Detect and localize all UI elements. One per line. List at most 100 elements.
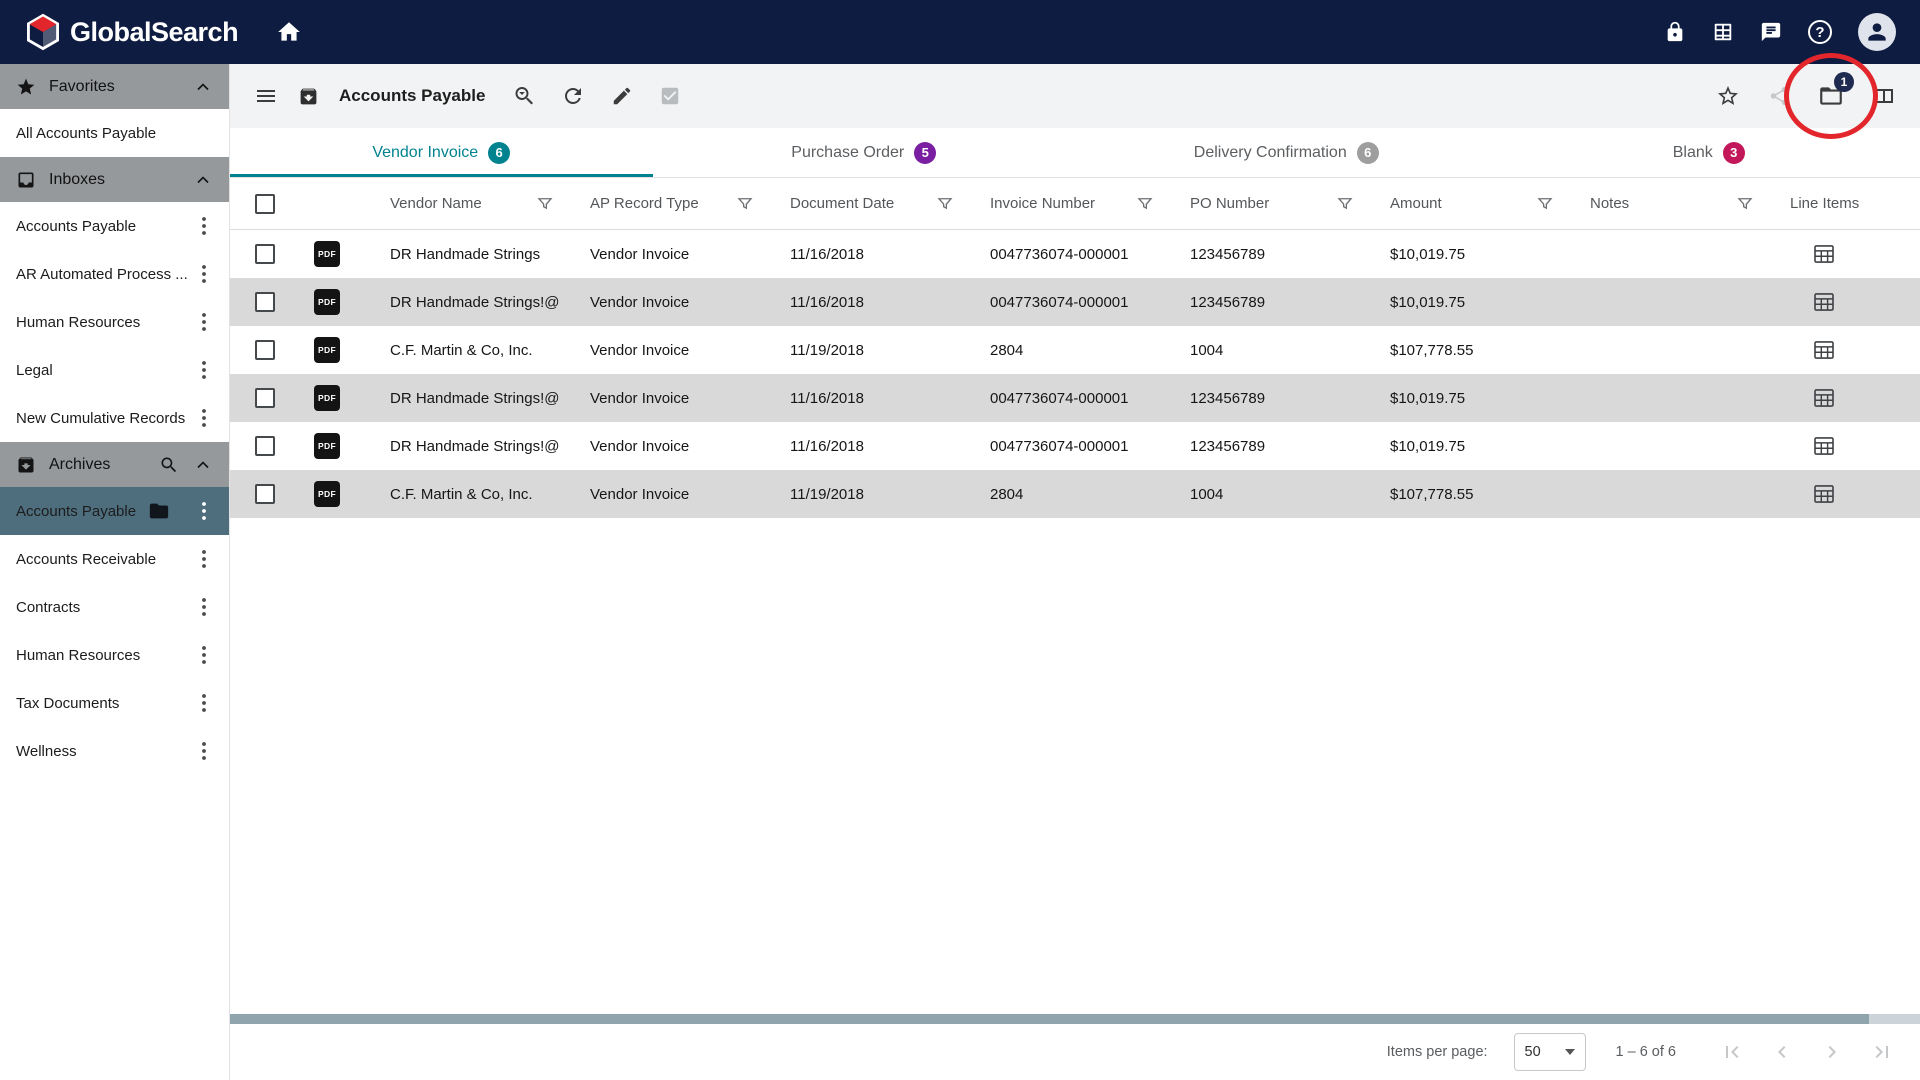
checked-out-documents-button[interactable]: 1 bbox=[1818, 83, 1844, 109]
favorite-button[interactable] bbox=[1716, 84, 1740, 108]
column-header-vendor-name[interactable]: Vendor Name bbox=[390, 195, 482, 212]
kebab-menu-icon[interactable] bbox=[195, 308, 213, 336]
kebab-menu-icon[interactable] bbox=[195, 641, 213, 669]
pdf-document-icon[interactable]: PDF bbox=[314, 433, 340, 459]
tab-purchase-order[interactable]: Purchase Order 5 bbox=[653, 128, 1076, 177]
column-header-notes[interactable]: Notes bbox=[1590, 195, 1629, 212]
horizontal-scrollbar[interactable] bbox=[230, 1014, 1920, 1024]
kebab-menu-icon[interactable] bbox=[195, 737, 213, 765]
table-row[interactable]: PDF DR Handmade Strings!@ Vendor Invoice… bbox=[230, 278, 1920, 326]
sidebar-item-archive-accounts-payable[interactable]: Accounts Payable bbox=[0, 487, 229, 535]
sidebar-item-all-accounts-payable[interactable]: All Accounts Payable bbox=[0, 109, 229, 157]
multi-select-button[interactable] bbox=[659, 85, 681, 107]
filter-icon[interactable] bbox=[936, 195, 954, 213]
sidebar-item-archive-human-resources[interactable]: Human Resources bbox=[0, 631, 229, 679]
line-items-icon[interactable] bbox=[1814, 389, 1920, 407]
table-row[interactable]: PDF DR Handmade Strings!@ Vendor Invoice… bbox=[230, 422, 1920, 470]
sidebar-item-contracts[interactable]: Contracts bbox=[0, 583, 229, 631]
chevron-up-icon[interactable] bbox=[193, 455, 213, 475]
filter-icon[interactable] bbox=[1736, 195, 1754, 213]
column-header-invoice-number[interactable]: Invoice Number bbox=[990, 195, 1095, 212]
grid-view-button[interactable] bbox=[1712, 21, 1734, 43]
items-per-page-select[interactable]: 50 bbox=[1514, 1033, 1586, 1071]
tab-vendor-invoice[interactable]: Vendor Invoice 6 bbox=[230, 128, 653, 177]
sidebar-item-inbox-human-resources[interactable]: Human Resources bbox=[0, 298, 229, 346]
brand-logo[interactable]: GlobalSearch bbox=[24, 13, 238, 51]
kebab-menu-icon[interactable] bbox=[195, 212, 213, 240]
avatar[interactable] bbox=[1858, 13, 1896, 51]
column-header-amount[interactable]: Amount bbox=[1390, 195, 1442, 212]
sidebar-item-tax-documents[interactable]: Tax Documents bbox=[0, 679, 229, 727]
line-items-icon[interactable] bbox=[1814, 245, 1920, 263]
select-all-checkbox[interactable] bbox=[255, 194, 275, 214]
edit-button[interactable] bbox=[611, 85, 633, 107]
row-checkbox[interactable] bbox=[255, 340, 275, 360]
kebab-menu-icon[interactable] bbox=[195, 689, 213, 717]
lock-button[interactable] bbox=[1664, 21, 1686, 43]
column-header-ap-record-type[interactable]: AP Record Type bbox=[590, 195, 699, 212]
view-columns-button[interactable] bbox=[1872, 84, 1896, 108]
tab-label: Vendor Invoice bbox=[372, 144, 478, 162]
home-button[interactable] bbox=[276, 19, 302, 45]
kebab-menu-icon[interactable] bbox=[195, 404, 213, 432]
row-checkbox[interactable] bbox=[255, 292, 275, 312]
table-row[interactable]: PDF C.F. Martin & Co, Inc. Vendor Invoic… bbox=[230, 470, 1920, 518]
cell-vendor-name: DR Handmade Strings!@ bbox=[390, 390, 590, 407]
pdf-document-icon[interactable]: PDF bbox=[314, 241, 340, 267]
last-page-button[interactable] bbox=[1870, 1040, 1894, 1064]
refine-search-button[interactable] bbox=[511, 84, 535, 108]
search-icon[interactable] bbox=[159, 455, 179, 475]
chevron-up-icon[interactable] bbox=[193, 77, 213, 97]
kebab-menu-icon[interactable] bbox=[195, 545, 213, 573]
chevron-up-icon[interactable] bbox=[193, 170, 213, 190]
filter-icon[interactable] bbox=[1136, 195, 1154, 213]
sidebar-item-legal[interactable]: Legal bbox=[0, 346, 229, 394]
refresh-button[interactable] bbox=[561, 84, 585, 108]
sidebar-item-wellness[interactable]: Wellness bbox=[0, 727, 229, 775]
kebab-menu-icon[interactable] bbox=[195, 356, 213, 384]
sidebar-item-new-cumulative-records[interactable]: New Cumulative Records bbox=[0, 394, 229, 442]
line-items-icon[interactable] bbox=[1814, 485, 1920, 503]
scrollbar-thumb[interactable] bbox=[230, 1014, 1869, 1024]
column-header-po-number[interactable]: PO Number bbox=[1190, 195, 1269, 212]
table-row[interactable]: PDF DR Handmade Strings Vendor Invoice 1… bbox=[230, 230, 1920, 278]
pdf-document-icon[interactable]: PDF bbox=[314, 481, 340, 507]
row-checkbox[interactable] bbox=[255, 436, 275, 456]
kebab-menu-icon[interactable] bbox=[195, 593, 213, 621]
filter-icon[interactable] bbox=[736, 195, 754, 213]
previous-page-button[interactable] bbox=[1770, 1040, 1794, 1064]
table-row[interactable]: PDF DR Handmade Strings!@ Vendor Invoice… bbox=[230, 374, 1920, 422]
sidebar-item-inbox-accounts-payable[interactable]: Accounts Payable bbox=[0, 202, 229, 250]
share-button[interactable] bbox=[1768, 85, 1790, 107]
favorites-header[interactable]: Favorites bbox=[0, 64, 229, 109]
archives-header[interactable]: Archives bbox=[0, 442, 229, 487]
column-header-document-date[interactable]: Document Date bbox=[790, 195, 894, 212]
tab-delivery-confirmation[interactable]: Delivery Confirmation 6 bbox=[1075, 128, 1498, 177]
sidebar-item-accounts-receivable[interactable]: Accounts Receivable bbox=[0, 535, 229, 583]
first-page-button[interactable] bbox=[1720, 1040, 1744, 1064]
filter-icon[interactable] bbox=[1336, 195, 1354, 213]
help-icon: ? bbox=[1808, 20, 1832, 44]
table-row[interactable]: PDF C.F. Martin & Co, Inc. Vendor Invoic… bbox=[230, 326, 1920, 374]
sidebar-item-ar-automated-process[interactable]: AR Automated Process ... bbox=[0, 250, 229, 298]
inboxes-header[interactable]: Inboxes bbox=[0, 157, 229, 202]
kebab-menu-icon[interactable] bbox=[195, 497, 213, 525]
chat-button[interactable] bbox=[1760, 21, 1782, 43]
pdf-document-icon[interactable]: PDF bbox=[314, 385, 340, 411]
pdf-document-icon[interactable]: PDF bbox=[314, 289, 340, 315]
help-button[interactable]: ? bbox=[1808, 20, 1832, 44]
row-checkbox[interactable] bbox=[255, 244, 275, 264]
row-checkbox[interactable] bbox=[255, 388, 275, 408]
line-items-icon[interactable] bbox=[1814, 341, 1920, 359]
filter-icon[interactable] bbox=[536, 195, 554, 213]
next-page-button[interactable] bbox=[1820, 1040, 1844, 1064]
tab-blank[interactable]: Blank 3 bbox=[1498, 128, 1920, 177]
filter-icon[interactable] bbox=[1536, 195, 1554, 213]
column-header-line-items[interactable]: Line Items bbox=[1790, 195, 1859, 212]
row-checkbox[interactable] bbox=[255, 484, 275, 504]
menu-button[interactable] bbox=[254, 84, 278, 108]
line-items-icon[interactable] bbox=[1814, 437, 1920, 455]
pdf-document-icon[interactable]: PDF bbox=[314, 337, 340, 363]
line-items-icon[interactable] bbox=[1814, 293, 1920, 311]
kebab-menu-icon[interactable] bbox=[195, 260, 213, 288]
